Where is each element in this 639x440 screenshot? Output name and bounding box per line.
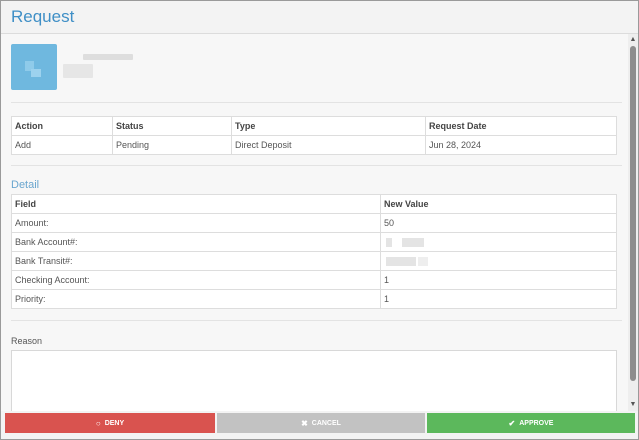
field-label: Bank Account#:	[11, 232, 381, 252]
detail-section-title: Detail	[11, 179, 40, 191]
detail-table: Field New Value Amount: 50 Bank Account#…	[11, 194, 617, 309]
deny-label: DENY	[104, 419, 125, 427]
cell-status: Pending	[112, 135, 232, 155]
dialog-content: Action Status Type Request Date Add Pend…	[1, 34, 628, 411]
redacted-name	[83, 54, 133, 60]
scroll-down-icon[interactable]: ▼	[628, 400, 638, 410]
table-row: Checking Account: 1	[11, 270, 617, 290]
col-header-new-value: New Value	[380, 194, 617, 214]
reason-textarea[interactable]	[11, 350, 617, 411]
user-info	[11, 44, 611, 94]
divider-bottom	[11, 320, 622, 321]
cancel-label: CANCEL	[311, 419, 341, 427]
field-value: 1	[380, 270, 617, 290]
cancel-button[interactable]: ✖ CANCEL	[217, 413, 425, 433]
redacted-name-2	[63, 64, 93, 78]
field-label: Checking Account:	[11, 270, 381, 290]
check-circle-icon: ✔	[508, 418, 516, 428]
cell-request-date: Jun 28, 2024	[425, 135, 617, 155]
table-row: Amount: 50	[11, 213, 617, 233]
scrollbar-thumb[interactable]	[630, 46, 636, 381]
request-table-header: Action Status Type Request Date	[11, 116, 617, 136]
approve-label: APPROVE	[519, 419, 554, 427]
divider-top	[11, 102, 622, 103]
field-label: Priority:	[11, 289, 381, 309]
x-icon: ✖	[301, 418, 308, 428]
dialog-footer: ○ DENY ✖ CANCEL ✔ APPROVE	[1, 411, 638, 439]
reason-label: Reason	[11, 336, 43, 346]
user-avatar	[11, 44, 57, 90]
cell-type: Direct Deposit	[231, 135, 426, 155]
dialog-title: Request	[11, 7, 75, 26]
scroll-up-icon[interactable]: ▲	[628, 35, 638, 45]
table-row: Bank Account#:	[11, 232, 617, 252]
table-row: Priority: 1	[11, 289, 617, 309]
request-table: Action Status Type Request Date Add Pend…	[11, 116, 617, 155]
col-header-type: Type	[231, 116, 426, 136]
col-header-field: Field	[11, 194, 381, 214]
field-value-redacted	[380, 232, 617, 252]
request-dialog: Request Action Status Type Request Date	[0, 0, 639, 440]
field-label: Amount:	[11, 213, 381, 233]
vertical-scrollbar[interactable]: ▲ ▼	[628, 34, 638, 411]
circle-outline-icon: ○	[95, 418, 101, 428]
divider-mid	[11, 165, 622, 166]
cell-action: Add	[11, 135, 113, 155]
table-row: Bank Transit#:	[11, 251, 617, 271]
table-row: Add Pending Direct Deposit Jun 28, 2024	[11, 135, 617, 155]
approve-button[interactable]: ✔ APPROVE	[427, 413, 635, 433]
col-header-request-date: Request Date	[425, 116, 617, 136]
field-label: Bank Transit#:	[11, 251, 381, 271]
detail-table-header: Field New Value	[11, 194, 617, 214]
field-value: 50	[380, 213, 617, 233]
col-header-status: Status	[112, 116, 232, 136]
field-value: 1	[380, 289, 617, 309]
field-value-redacted	[380, 251, 617, 271]
col-header-action: Action	[11, 116, 113, 136]
dialog-header: Request	[1, 1, 638, 34]
deny-button[interactable]: ○ DENY	[5, 413, 215, 433]
